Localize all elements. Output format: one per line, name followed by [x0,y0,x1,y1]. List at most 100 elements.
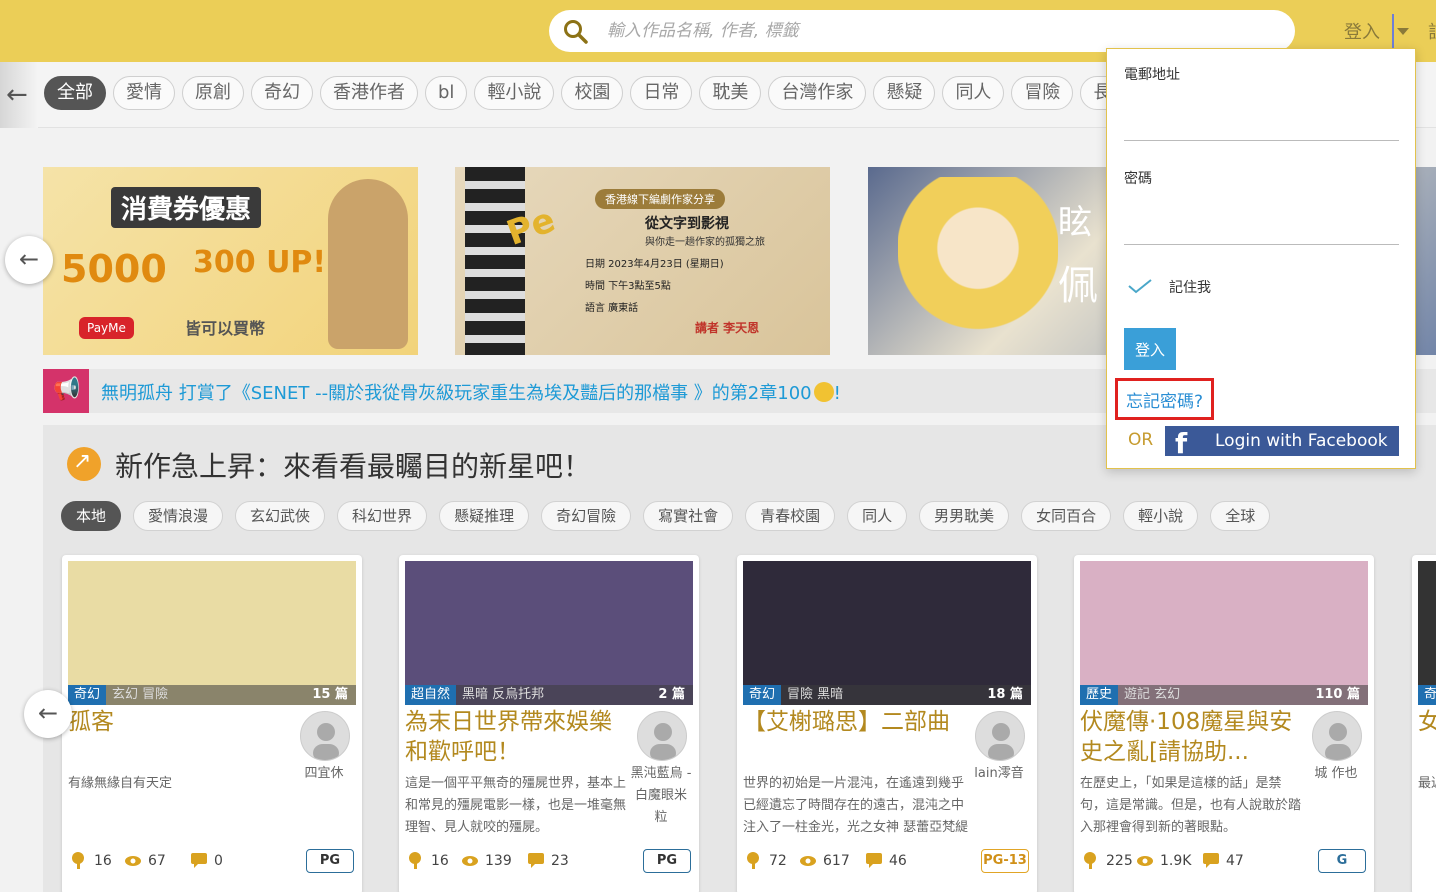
story-title[interactable]: 【艾榭璐思】二部曲 [743,707,965,737]
comments-count: 46 [889,853,907,869]
genre-filter-tag[interactable]: 女同百合 [1021,501,1112,531]
genre-filter-tag[interactable]: 青春校園 [745,501,836,531]
category-tag[interactable]: 香港作者 [320,76,418,110]
banner-bonus: 300 UP! [193,245,327,280]
chapter-count: 18 篇 [987,687,1023,702]
genre-badge: 歷史 [1080,685,1119,705]
category-tag[interactable]: 同人 [942,76,1005,110]
author-avatar[interactable] [975,711,1025,761]
likes-count: 16 [431,853,449,869]
story-card[interactable]: 奇女最近歡迎一個部 [1412,555,1436,892]
genre-filter-tag[interactable]: 男男耽美 [919,501,1010,531]
search-icon[interactable] [563,19,589,45]
genre-filter-tag[interactable]: 奇幻冒險 [541,501,632,531]
category-tag[interactable]: 日常 [630,76,693,110]
checkmark-icon [1128,279,1152,294]
remember-me-checkbox[interactable]: 記住我 [1127,277,1211,297]
login-submit-button[interactable]: 登入 [1124,328,1176,370]
register-link[interactable]: 註 [1428,18,1436,44]
category-tag[interactable]: 奇幻 [251,76,313,110]
tags-back-button[interactable]: ← [0,62,38,128]
story-cover[interactable]: 奇幻 玄幻 冒險 15 篇 [68,561,356,705]
author-avatar[interactable] [300,711,350,761]
cover-genre-bar: 歷史 遊記 玄幻 110 篇 [1080,685,1368,705]
story-title[interactable]: 女 [1418,707,1436,737]
banner-date: 日期 2023年4月23日 (星期日) [585,259,724,270]
cards-prev-button[interactable]: ← [24,690,72,738]
genre-filter-tag[interactable]: 輕小說 [1123,501,1199,531]
login-dropdown: 電郵地址 密碼 記住我 登入 忘記密碼? OR f Login with Fac… [1106,48,1416,469]
password-field[interactable] [1124,215,1399,245]
author-name[interactable]: 四宜休 [292,763,356,785]
forgot-password-link[interactable]: 忘記密碼? [1115,378,1215,420]
subgenres: 冒險 黑暗 [787,687,844,702]
story-stats: 16 67 0 PG [70,847,354,873]
category-tag[interactable]: 冒險 [1011,76,1074,110]
chapter-count: 2 篇 [658,687,685,702]
views-stat: 67 [124,851,166,869]
facebook-login-button[interactable]: f Login with Facebook [1165,426,1399,459]
author-avatar[interactable] [1312,711,1362,761]
category-tag[interactable]: 愛情 [113,76,175,110]
genre-filter-tag[interactable]: 同人 [847,501,908,531]
email-field[interactable] [1124,111,1399,141]
chevron-down-icon[interactable] [1392,14,1409,48]
genre-filter-tag[interactable]: 懸疑推理 [439,501,530,531]
banner-subtitle: 與你走一趟作家的孤獨之旅 [645,237,765,248]
banner-speaker: 講者 李天恩 [695,321,760,335]
story-cover[interactable]: 超自然 黑暗 反烏托邦 2 篇 [405,561,693,705]
story-description: 有緣無緣自有天定 [68,776,173,791]
genre-filter-tag[interactable]: 玄幻武俠 [235,501,326,531]
story-card[interactable]: 歷史 遊記 玄幻 110 篇伏魔傳·108魔星與安史之亂[請協助... 在歷史上，「如… [1074,555,1374,892]
story-title[interactable]: 孤客 [68,707,290,737]
author-name[interactable]: 黑沌藍烏 - 白魔眼米粒 [629,763,693,829]
eye-icon [800,856,816,866]
comments-stat: 0 [190,851,223,869]
genre-badge: 奇幻 [68,685,107,705]
genre-filter-tag[interactable]: 全球 [1210,501,1271,531]
genre-filter-tag[interactable]: 科幻世界 [337,501,428,531]
story-card[interactable]: 奇幻 冒險 黑暗 18 篇【艾榭璐思】二部曲 世界的初始是一片混沌，在遙遠到幾乎已經遺… [737,555,1037,892]
search-bar[interactable] [549,10,1295,52]
pen-icon [409,852,421,869]
story-cover[interactable]: 奇幻 冒險 黑暗 18 篇 [743,561,1031,705]
filmstrip-decoration [465,167,525,355]
story-description: 世界的初始是一片混沌，在遙遠到幾乎已經遺忘了時間存在的遠古，混沌之中注入了一柱金… [743,776,969,835]
views-count: 67 [148,853,166,869]
story-cover[interactable]: 歷史 遊記 玄幻 110 篇 [1080,561,1368,705]
author-name[interactable]: 城 作也 [1304,763,1368,785]
author-name[interactable]: lain澪音 [967,763,1031,785]
banner-prev-button[interactable]: ← [5,236,53,284]
category-tag[interactable]: bl [425,76,468,110]
story-description: 這是一個平平無奇的殭屍世界，基本上和常見的殭屍電影一樣，也是一堆毫無理智、見人就… [405,776,627,835]
story-title[interactable]: 伏魔傳·108魔星與安史之亂[請協助... [1080,707,1302,767]
category-tag[interactable]: 懸疑 [873,76,936,110]
new-rising-section: ↗ 新作急上昇：來看看最矚目的新星吧！ 本地 愛情浪漫 玄幻武俠 科幻世界 懸疑推理 奇幻… [43,425,1436,892]
author-avatar[interactable] [637,711,687,761]
story-title[interactable]: 為末日世界帶來娛樂和歡呼吧！ [405,707,627,767]
category-tag[interactable]: 輕小說 [474,76,555,110]
story-card[interactable]: 超自然 黑暗 反烏托邦 2 篇為末日世界帶來娛樂和歡呼吧！ 這是一個平平無奇的殭屍世界… [399,555,699,892]
category-tag[interactable]: 校園 [561,76,624,110]
category-tag[interactable]: 原創 [182,76,244,110]
category-tag[interactable]: 全部 [44,76,106,110]
login-toggle[interactable]: 登入 [1344,18,1380,44]
pen-icon [1084,852,1096,869]
category-tag[interactable]: 台灣作家 [768,76,867,110]
views-count: 1.9K [1160,853,1192,869]
category-tag[interactable]: 耽美 [699,76,762,110]
genre-filter-tag[interactable]: 寫實社會 [643,501,734,531]
comment-icon [191,853,207,868]
banner-voucher-promo[interactable]: 消費券優惠 5000 300 UP! PayMe 皆可以買幣 [43,167,418,355]
banner-text-2: 佩 [1058,263,1098,309]
banner-writer-talk[interactable]: Pe 香港線下編劇作家分享 從文字到影視 與你走一趟作家的孤獨之旅 日期 202… [455,167,830,355]
genre-filter-tag[interactable]: 本地 [61,501,122,531]
search-input[interactable] [607,16,1267,46]
genre-filter-tag[interactable]: 愛情浪漫 [133,501,224,531]
story-cover[interactable]: 奇 [1418,561,1436,705]
story-card[interactable]: 奇幻 玄幻 冒險 15 篇孤客 有緣無緣自有天定 四宜休 16 67 0 PG [62,555,362,892]
comments-stat: 46 [865,851,907,869]
email-label: 電郵地址 [1124,67,1180,83]
likes-stat: 16 [407,851,449,869]
banner-text-1: 眩 [1058,203,1092,243]
